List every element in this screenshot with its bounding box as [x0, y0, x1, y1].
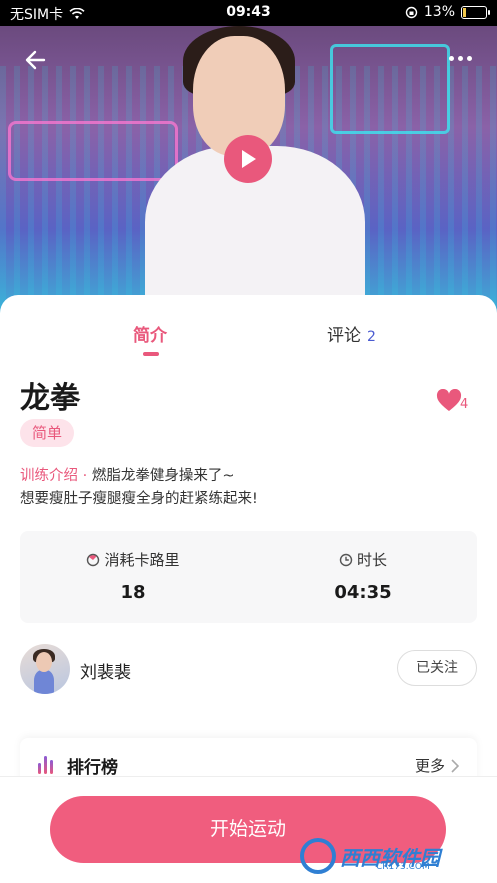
tab-active-indicator — [143, 352, 159, 356]
intro-text-2: 想要瘦肚子瘦腿瘦全身的赶紧练起来! — [20, 491, 258, 507]
calories-stat: 消耗卡路里 18 — [58, 549, 208, 603]
heart-icon — [436, 389, 462, 411]
ranking-more-link[interactable]: 更多 — [415, 755, 459, 776]
coach-row: 刘裴裴 已关注 — [20, 644, 477, 694]
status-bar: 无SIM卡 09:43 13% — [0, 0, 497, 26]
calorie-icon — [87, 553, 100, 566]
video-cover[interactable] — [0, 26, 497, 316]
battery-percent: 13% — [423, 4, 455, 20]
watermark-c-icon — [300, 838, 336, 874]
ranking-title: 排行榜 — [67, 758, 118, 778]
favorite-count: 4 — [460, 397, 469, 412]
stats-card: 消耗卡路里 18 时长 04:35 — [20, 531, 477, 623]
more-dots-icon — [448, 55, 454, 61]
watermark-logo: 西西软件园 CR173.COM — [300, 836, 480, 876]
tab-bar: 简介 评论 2 — [0, 295, 497, 356]
watermark-url: CR173.COM — [376, 862, 430, 872]
duration-value: 04:35 — [334, 582, 392, 603]
battery-icon — [461, 5, 490, 19]
difficulty-badge: 简单 — [20, 419, 75, 447]
favorite-button[interactable]: 4 — [436, 389, 474, 417]
comment-count: 2 — [367, 329, 376, 345]
workout-title: 龙拳 — [20, 381, 80, 416]
back-button[interactable] — [22, 46, 50, 74]
more-button[interactable] — [445, 48, 475, 68]
rotation-lock-icon — [405, 6, 418, 18]
intro-text: 燃脂龙拳健身操来了~ — [91, 468, 235, 484]
follow-button[interactable]: 已关注 — [397, 650, 477, 686]
calories-value: 18 — [120, 582, 146, 603]
calories-label: 消耗卡路里 — [104, 551, 180, 569]
workout-description: 训练介绍 · 燃脂龙拳健身操来了~ 想要瘦肚子瘦腿瘦全身的赶紧练起来! — [20, 465, 480, 511]
clock-icon — [339, 553, 353, 566]
duration-stat: 时长 04:35 — [288, 549, 438, 603]
play-button[interactable] — [224, 135, 272, 183]
intro-label: 训练介绍 · — [20, 468, 92, 484]
play-icon — [242, 150, 256, 168]
chevron-right-icon — [451, 758, 459, 773]
coach-avatar[interactable] — [20, 644, 70, 694]
tab-comments-label: 评论 — [327, 326, 361, 346]
status-right: 13% — [405, 4, 490, 20]
back-arrow-icon — [25, 50, 46, 70]
ranking-more-label: 更多 — [414, 757, 445, 775]
tab-comments[interactable]: 评论 2 — [327, 321, 376, 346]
coach-name[interactable]: 刘裴裴 — [80, 658, 131, 683]
tab-intro-label: 简介 — [133, 326, 167, 346]
tab-intro[interactable]: 简介 — [133, 321, 167, 346]
duration-label: 时长 — [356, 551, 387, 569]
ranking-icon — [38, 756, 53, 774]
